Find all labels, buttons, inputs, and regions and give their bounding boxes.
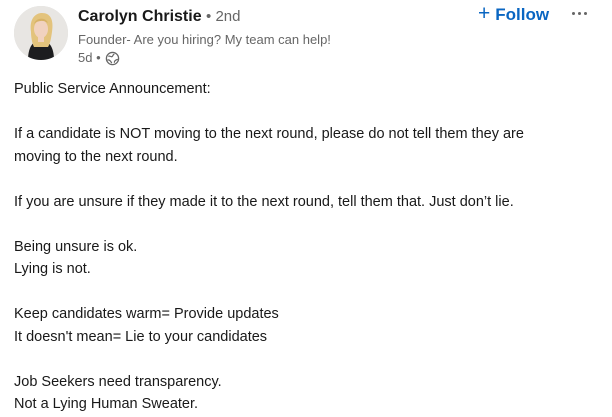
- follow-label: Follow: [495, 5, 550, 24]
- avatar[interactable]: [14, 6, 68, 60]
- post-line: moving to the next round.: [14, 148, 178, 165]
- connection-degree: • 2nd: [206, 8, 241, 25]
- more-options-button[interactable]: [566, 2, 592, 24]
- author-headline: Founder- Are you hiring? My team can hel…: [78, 32, 331, 47]
- post-body: Public Service Announcement: If a candid…: [14, 78, 604, 416]
- post-meta: 5d •: [78, 50, 120, 66]
- post-line: Lying is not.: [14, 261, 91, 277]
- post-line: If you are unsure if they made it to the…: [14, 193, 514, 210]
- post-time: 5d •: [78, 50, 101, 65]
- globe-icon: [105, 51, 120, 66]
- feed-post: Carolyn Christie • 2nd Founder- Are you …: [0, 0, 612, 417]
- follow-button[interactable]: + Follow: [478, 3, 549, 27]
- post-line: Public Service Announcement:: [14, 81, 211, 97]
- post-line: Not a Lying Human Sweater.: [14, 396, 199, 412]
- ellipsis-icon: [571, 11, 575, 15]
- post-line: Job Seekers need transparency.: [14, 373, 222, 390]
- author-line: Carolyn Christie • 2nd: [78, 7, 241, 27]
- post-line: Being unsure is ok.: [14, 238, 138, 255]
- post-line: Keep candidates warm= Provide updates: [14, 306, 279, 322]
- author-name[interactable]: Carolyn Christie: [78, 8, 202, 25]
- post-line: If a candidate is NOT moving to the next…: [14, 126, 524, 142]
- post-line: It doesn't mean= Lie to your candidates: [14, 328, 268, 345]
- plus-icon: +: [478, 2, 491, 25]
